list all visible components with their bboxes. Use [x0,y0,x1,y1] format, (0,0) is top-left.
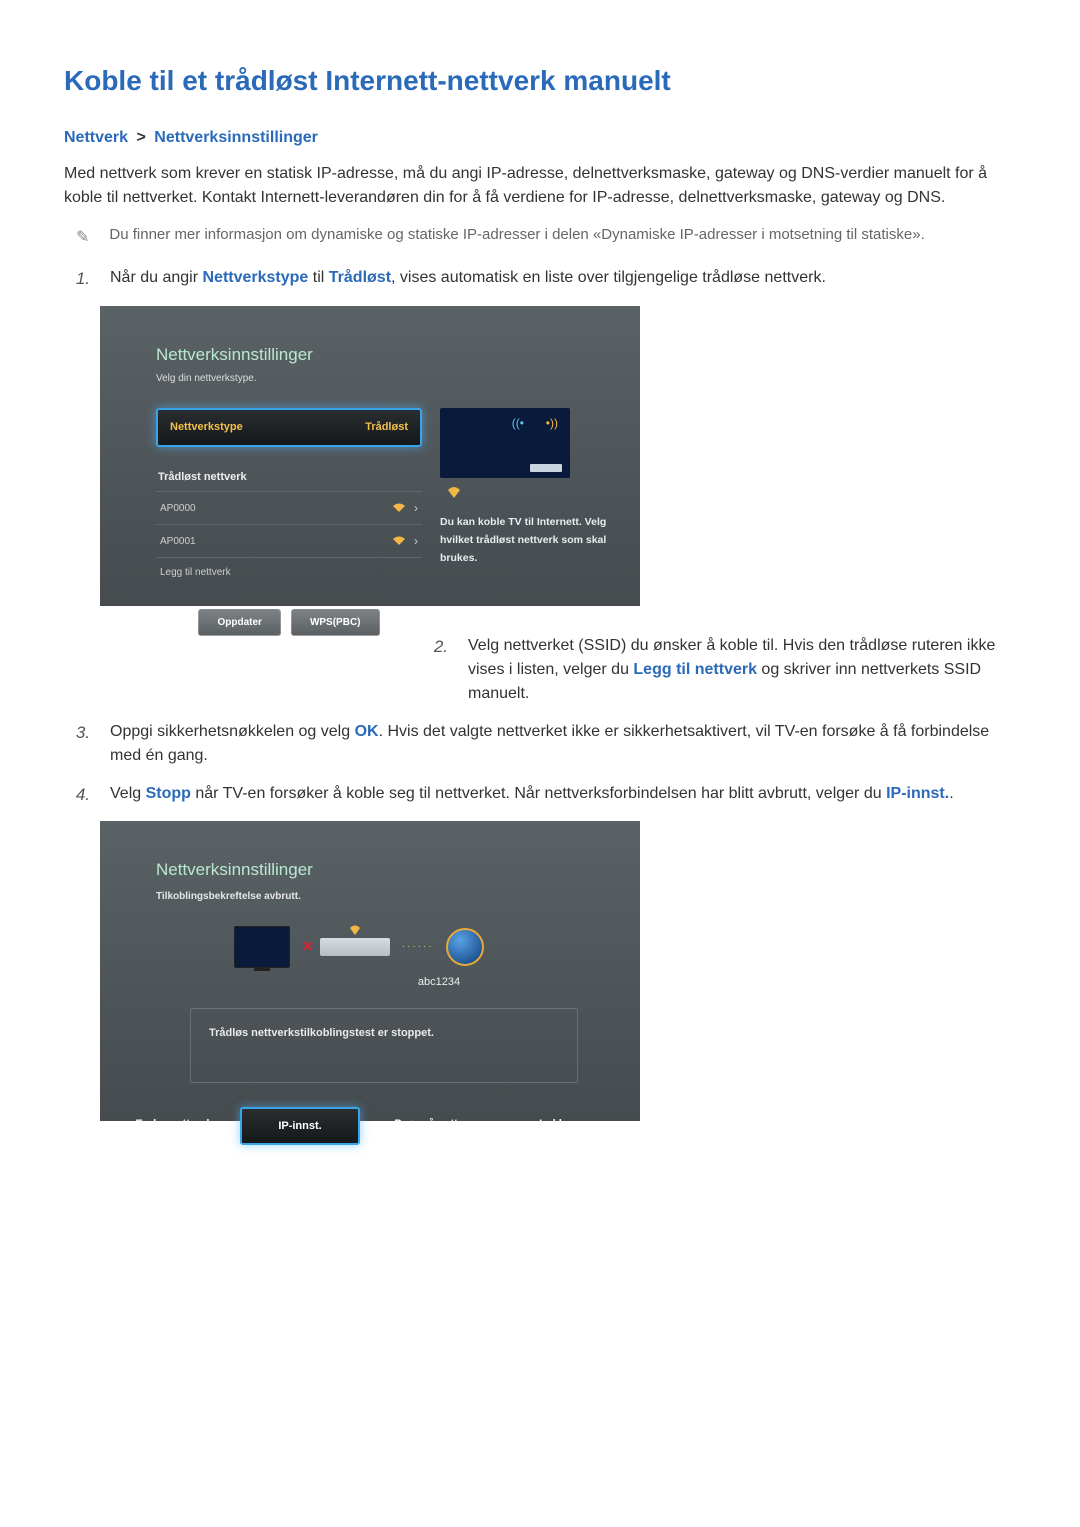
step3-text: Oppgi sikkerhetsnøkkelen og velg OK. Hvi… [110,720,1016,768]
keyword: IP-innst. [886,785,949,802]
retry-button[interactable]: Prøv på nytt [366,1107,486,1146]
step-text-part: når TV-en forsøker å koble seg til nettv… [191,785,886,802]
tv-screenshot-connection-aborted: Nettverksinnstillinger Tilkoblingsbekref… [100,821,640,1121]
change-network-button[interactable]: Endre nettverk [114,1107,234,1146]
step-text-part: Når du angir [110,269,203,286]
tv-dialog-subtitle: Tilkoblingsbekreftelse avbrutt. [156,889,612,904]
intro-text: Med nettverk som krever en statisk IP-ad… [64,162,1016,210]
wifi-signal-icon [392,536,406,546]
step4-text: Velg Stopp når TV-en forsøker å koble se… [110,782,1016,806]
selector-value: Trådløst [365,419,408,436]
step-text-part: Oppgi sikkerhetsnøkkelen og velg [110,723,355,740]
tv-dialog-title: Nettverksinnstillinger [156,857,612,883]
x-fail-icon: ✕ [302,936,314,957]
breadcrumb: Nettverk > Nettverksinnstillinger [64,126,1016,150]
network-ssid: AP0001 [160,534,196,549]
router-illustration: ((• •)) [440,408,570,478]
breadcrumb-b: Nettverksinnstillinger [154,129,318,146]
note-text: Du finner mer informasjon om dynamiske o… [109,224,1016,247]
close-button[interactable]: Lukk [492,1107,612,1146]
tv-dialog-title: Nettverksinnstillinger [156,342,620,368]
connection-dots-icon: ······ [402,939,434,954]
status-message-box: Trådløs nettverkstilkoblingstest er stop… [190,1008,578,1083]
chevron-right-icon: › [414,532,418,550]
step-text-part: til [308,269,328,286]
wifi-signal-icon [392,503,406,513]
wps-button[interactable]: WPS(PBC) [291,609,380,636]
network-ssid: AP0000 [160,501,196,516]
add-network-label: Legg til nettverk [160,565,231,580]
step-text-part: , vises automatisk en liste over tilgjen… [391,269,826,286]
keyword: Legg til nettverk [633,661,757,678]
step-number: 2. [428,634,448,660]
connection-diagram: ✕ ······ [234,926,612,968]
ip-settings-button[interactable]: IP-innst. [240,1107,360,1146]
page-title: Koble til et trådløst Internett-nettverk… [64,60,1016,102]
tv-screenshot-network-list: Nettverksinnstillinger Velg din nettverk… [100,306,640,606]
tv-dialog-subtitle: Velg din nettverkstype. [156,371,620,386]
selector-label: Nettverkstype [170,419,243,436]
wifi-stand-icon [444,482,464,500]
network-item[interactable]: AP0001 › [156,524,422,557]
step-text-part: . [949,785,953,802]
keyword: Stopp [146,785,191,802]
router-icon [320,938,390,956]
breadcrumb-a: Nettverk [64,129,128,146]
step2-text: Velg nettverket (SSID) du ønsker å koble… [468,634,1016,706]
step-number: 1. [70,266,90,292]
network-type-selector[interactable]: Nettverkstype Trådløst [156,408,422,447]
ssid-label: abc1234 [266,974,612,991]
keyword: Nettverkstype [203,269,309,286]
pencil-icon: ✎ [76,226,89,250]
keyword: Trådløst [329,269,391,286]
add-network-item[interactable]: Legg til nettverk [156,557,422,587]
chevron-right-icon: › [414,499,418,517]
breadcrumb-sep: > [136,129,145,146]
wireless-section-header: Trådløst nettverk [156,469,422,486]
step-number: 3. [70,720,90,746]
tv-help-text: Du kan koble TV til Internett. Velg hvil… [440,514,610,568]
network-item[interactable]: AP0000 › [156,491,422,524]
globe-icon [446,928,484,966]
keyword: OK [355,723,379,740]
tv-icon [234,926,290,968]
step-text-part: Velg [110,785,146,802]
step1-text: Når du angir Nettverkstype til Trådløst,… [110,266,1016,290]
refresh-button[interactable]: Oppdater [198,609,280,636]
step-number: 4. [70,782,90,808]
